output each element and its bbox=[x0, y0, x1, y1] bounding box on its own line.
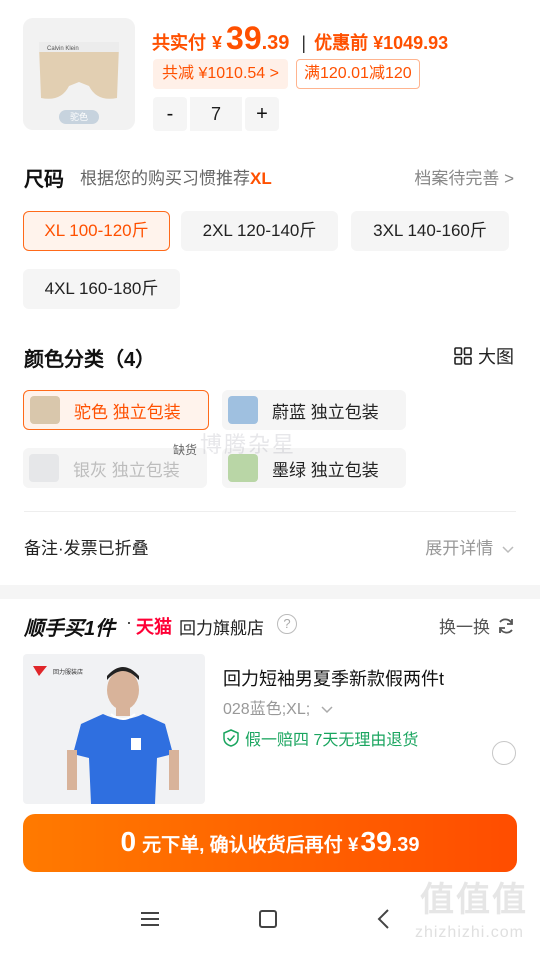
size-hint-text: 根据您的购买习惯推荐 bbox=[80, 169, 250, 188]
size-recommendation: 根据您的购买习惯推荐XL bbox=[80, 164, 272, 189]
underwear-image: Calvin Klein bbox=[39, 42, 119, 99]
size-option[interactable]: 3XL 140-160斤 bbox=[351, 211, 509, 251]
quantity-increase-button[interactable]: + bbox=[245, 97, 279, 131]
thumb-color-tag: 驼色 bbox=[59, 110, 99, 124]
addon-dot: · bbox=[126, 612, 132, 632]
product-thumbnail[interactable]: Calvin Klein 驼色 bbox=[23, 18, 135, 130]
divider bbox=[24, 511, 516, 512]
svg-text:回力服装店: 回力服装店 bbox=[53, 668, 83, 676]
color-swatch bbox=[29, 454, 59, 482]
size-hint-value: XL bbox=[250, 169, 272, 188]
swap-label: 换一换 bbox=[439, 618, 490, 637]
size-option[interactable]: 2XL 120-140斤 bbox=[181, 211, 338, 251]
profile-link[interactable]: 档案待完善 > bbox=[414, 164, 514, 189]
chevron-down-icon bbox=[502, 546, 514, 554]
soldout-tag: 缺货 bbox=[173, 443, 198, 457]
quantity-decrease-button[interactable]: - bbox=[153, 97, 187, 131]
size-option[interactable]: 4XL 160-180斤 bbox=[23, 269, 180, 309]
home-icon[interactable] bbox=[259, 910, 277, 928]
tshirt-model-image: 回力服装店 bbox=[33, 666, 179, 804]
grid-icon bbox=[454, 347, 472, 365]
quantity-stepper: - 7 + bbox=[153, 97, 279, 131]
color-option-label: 蔚蓝 独立包装 bbox=[272, 402, 379, 422]
tmall-label: 天猫 bbox=[136, 617, 172, 637]
cta-zero: 0 bbox=[120, 826, 137, 857]
expand-details-link[interactable]: 展开详情 bbox=[425, 534, 514, 559]
addon-title: 顺手买1件 bbox=[24, 618, 116, 640]
color-option-label: 驼色 独立包装 bbox=[74, 402, 181, 422]
section-gap bbox=[0, 585, 540, 599]
svg-text:Calvin Klein: Calvin Klein bbox=[47, 46, 79, 52]
size-option[interactable]: XL 100-120斤 bbox=[23, 211, 170, 251]
site-watermark-logo: 值值值 bbox=[420, 881, 528, 919]
promo-chip: 满120.01减120 bbox=[296, 59, 420, 89]
submit-order-button[interactable]: 0 元下单, 确认收货后再付 ¥ 39 .39 bbox=[23, 814, 517, 872]
paid-label: 共实付 bbox=[152, 33, 206, 53]
quantity-value[interactable]: 7 bbox=[190, 97, 242, 131]
price-separator: | bbox=[301, 33, 307, 53]
color-title: 颜色分类（4） bbox=[24, 349, 156, 371]
price-line: 共实付 ¥ 39 .39 | 优惠前 ¥1049.93 bbox=[152, 20, 448, 60]
big-view-toggle[interactable]: 大图 bbox=[454, 343, 514, 369]
help-icon[interactable]: ? bbox=[277, 614, 297, 634]
currency-symbol: ¥ bbox=[212, 33, 223, 53]
color-option[interactable]: 驼色 独立包装 bbox=[23, 390, 209, 430]
cta-text: 元下单, 确认收货后再付 ¥ bbox=[142, 835, 359, 856]
guarantee-row: 假一赔四 7天无理由退货 bbox=[223, 726, 418, 750]
color-swatch bbox=[228, 396, 258, 424]
recommended-product-image[interactable]: 回力服装店 bbox=[23, 654, 205, 804]
menu-icon[interactable] bbox=[141, 912, 159, 926]
original-price: 优惠前 ¥1049.93 bbox=[314, 33, 449, 53]
expand-details-label: 展开详情 bbox=[425, 539, 494, 558]
cta-amount-dec: .39 bbox=[391, 834, 420, 856]
recommended-product-spec-text: 028蓝色;XL; bbox=[223, 701, 311, 718]
color-option-label: 墨绿 独立包装 bbox=[272, 460, 379, 480]
shop-name: 回力旗舰店 bbox=[179, 619, 264, 638]
refresh-icon bbox=[499, 618, 513, 633]
color-option-label: 银灰 独立包装 bbox=[73, 460, 180, 480]
guarantee-text: 假一赔四 7天无理由退货 bbox=[245, 732, 419, 749]
paid-int: 39 bbox=[226, 20, 262, 56]
notes-invoice-label: 备注·发票已折叠 bbox=[24, 539, 149, 558]
back-icon[interactable] bbox=[376, 908, 390, 930]
cta-amount-int: 39 bbox=[360, 826, 392, 857]
shield-check-icon bbox=[223, 729, 239, 747]
select-radio[interactable] bbox=[492, 741, 516, 765]
paid-dec: .39 bbox=[261, 32, 290, 54]
watermark-text: 博腾杂星 bbox=[200, 432, 297, 457]
discount-detail-chip[interactable]: 共减 ¥1010.54 > bbox=[153, 59, 288, 89]
recommended-product-title[interactable]: 回力短袖男夏季新款假两件t bbox=[223, 665, 444, 691]
swap-button[interactable]: 换一换 bbox=[439, 613, 516, 638]
size-title: 尺码 bbox=[24, 169, 64, 191]
chevron-down-icon bbox=[321, 706, 333, 714]
big-view-label: 大图 bbox=[478, 347, 514, 367]
recommended-product-spec[interactable]: 028蓝色;XL; bbox=[223, 695, 333, 719]
site-watermark-url: zhizhizhi.com bbox=[414, 924, 524, 941]
color-option[interactable]: 蔚蓝 独立包装 bbox=[222, 390, 406, 430]
color-swatch bbox=[30, 396, 60, 424]
